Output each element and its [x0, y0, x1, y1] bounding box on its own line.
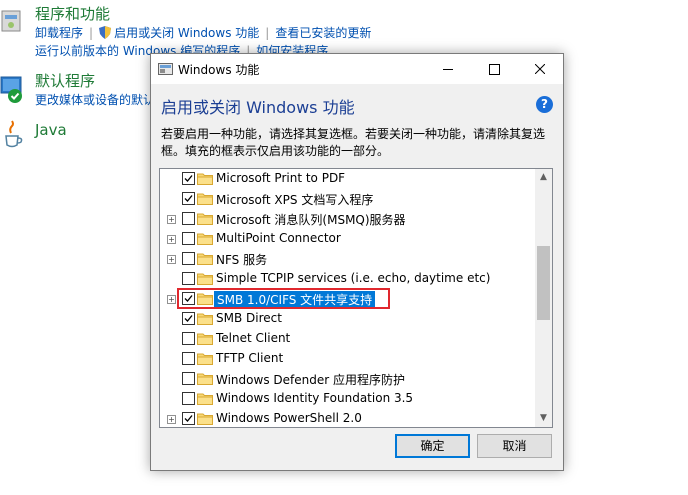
feature-row[interactable]: Microsoft Print to PDF — [160, 169, 535, 189]
feature-row[interactable]: + Microsoft 消息队列(MSMQ)服务器 — [160, 209, 535, 229]
folder-icon — [197, 413, 213, 425]
features-list[interactable]: Microsoft Print to PDF Microsoft XPS 文档写入… — [159, 168, 553, 428]
folder-icon — [197, 373, 213, 385]
default-programs-title[interactable]: 默认程序 — [35, 70, 95, 91]
shield-icon — [99, 26, 112, 39]
dialog-heading: 启用或关闭 Windows 功能 — [161, 98, 355, 117]
minimize-button[interactable] — [425, 54, 471, 84]
maximize-icon — [489, 64, 500, 75]
close-button[interactable] — [517, 54, 563, 84]
folder-icon — [197, 233, 213, 245]
feature-row[interactable]: + MultiPoint Connector — [160, 229, 535, 249]
feature-row[interactable]: TFTP Client — [160, 349, 535, 369]
feature-label: Microsoft 消息队列(MSMQ)服务器 — [216, 213, 406, 227]
dialog-description: 若要启用一种功能，请选择其复选框。若要关闭一种功能，请清除其复选框。填充的框表示… — [161, 127, 546, 158]
checkbox-check-icon — [184, 195, 193, 202]
expand-plus-icon[interactable]: + — [167, 415, 176, 424]
feature-label: SMB Direct — [216, 311, 282, 325]
feature-row[interactable]: + Windows PowerShell 2.0 — [160, 409, 535, 427]
java-title[interactable]: Java — [35, 121, 67, 139]
feature-checkbox[interactable] — [182, 272, 195, 285]
folder-icon — [197, 273, 213, 285]
feature-label: Windows Defender 应用程序防护 — [216, 373, 405, 387]
windows-features-dialog: Windows 功能 启用或关闭 Windows 功能 ? 若要启用一种功能，请… — [150, 53, 564, 471]
programs-icon — [1, 10, 21, 32]
folder-icon — [197, 393, 213, 405]
java-icon — [5, 120, 23, 148]
ok-button[interactable]: 确定 — [395, 434, 470, 458]
feature-label: MultiPoint Connector — [216, 231, 341, 245]
feature-checkbox[interactable] — [182, 312, 195, 325]
feature-checkbox[interactable] — [182, 332, 195, 345]
feature-label: Telnet Client — [216, 331, 291, 345]
expand-plus-icon[interactable]: + — [167, 255, 176, 264]
feature-row[interactable]: + NFS 服务 — [160, 249, 535, 269]
maximize-button[interactable] — [471, 54, 517, 84]
programs-and-features-title[interactable]: 程序和功能 — [35, 3, 110, 24]
annotation-highlight-box — [177, 288, 390, 309]
feature-row[interactable]: Telnet Client — [160, 329, 535, 349]
feature-checkbox[interactable] — [182, 212, 195, 225]
feature-row[interactable]: Windows Defender 应用程序防护 — [160, 369, 535, 389]
checkbox-check-icon — [184, 415, 193, 422]
feature-label: Simple TCPIP services (i.e. echo, daytim… — [216, 271, 491, 285]
feature-checkbox[interactable] — [182, 412, 195, 425]
scroll-down-arrow-icon[interactable]: ▼ — [535, 410, 552, 427]
windows-features-icon — [158, 63, 173, 75]
default-programs-icon — [0, 76, 22, 103]
feature-checkbox[interactable] — [182, 172, 195, 185]
folder-icon — [197, 213, 213, 225]
checkbox-check-icon — [184, 315, 193, 322]
feature-checkbox[interactable] — [182, 352, 195, 365]
link-separator: | — [89, 26, 94, 40]
feature-row[interactable]: Simple TCPIP services (i.e. echo, daytim… — [160, 269, 535, 289]
expand-plus-icon[interactable]: + — [167, 235, 176, 244]
feature-checkbox[interactable] — [182, 192, 195, 205]
folder-icon — [197, 333, 213, 345]
minimize-icon — [443, 69, 453, 70]
feature-row[interactable]: Windows Identity Foundation 3.5 — [160, 389, 535, 409]
feature-label: NFS 服务 — [216, 253, 268, 267]
feature-label: Microsoft XPS 文档写入程序 — [216, 193, 374, 207]
close-icon — [535, 64, 545, 74]
folder-icon — [197, 353, 213, 365]
turn-windows-features-link[interactable]: 启用或关闭 Windows 功能 — [114, 26, 259, 40]
help-icon[interactable]: ? — [536, 96, 553, 113]
scroll-up-arrow-icon[interactable]: ▲ — [535, 169, 552, 186]
feature-label: Windows Identity Foundation 3.5 — [216, 391, 414, 405]
folder-icon — [197, 193, 213, 205]
feature-row[interactable]: SMB Direct — [160, 309, 535, 329]
vertical-scrollbar[interactable]: ▲ ▼ — [535, 169, 552, 427]
expand-plus-icon[interactable]: + — [167, 215, 176, 224]
feature-checkbox[interactable] — [182, 232, 195, 245]
folder-icon — [197, 313, 213, 325]
feature-label: Microsoft Print to PDF — [216, 171, 346, 185]
feature-label: TFTP Client — [216, 351, 284, 365]
feature-label: Windows PowerShell 2.0 — [216, 411, 362, 425]
dialog-titlebar[interactable]: Windows 功能 — [151, 54, 563, 84]
link-separator: | — [265, 26, 270, 40]
feature-checkbox[interactable] — [182, 252, 195, 265]
view-installed-updates-link[interactable]: 查看已安装的更新 — [275, 26, 371, 40]
folder-icon — [197, 253, 213, 265]
feature-row[interactable]: Microsoft XPS 文档写入程序 — [160, 189, 535, 209]
uninstall-program-link[interactable]: 卸载程序 — [35, 26, 83, 40]
programs-links-row1: 卸载程序 | 启用或关闭 Windows 功能 | 查看已安装的更新 — [35, 24, 371, 41]
cancel-button[interactable]: 取消 — [477, 434, 552, 458]
feature-checkbox[interactable] — [182, 392, 195, 405]
expand-plus-icon[interactable]: + — [167, 295, 176, 304]
scroll-thumb[interactable] — [537, 246, 550, 320]
dialog-title: Windows 功能 — [178, 63, 260, 77]
feature-checkbox[interactable] — [182, 372, 195, 385]
checkbox-check-icon — [184, 175, 193, 182]
folder-icon — [197, 173, 213, 185]
